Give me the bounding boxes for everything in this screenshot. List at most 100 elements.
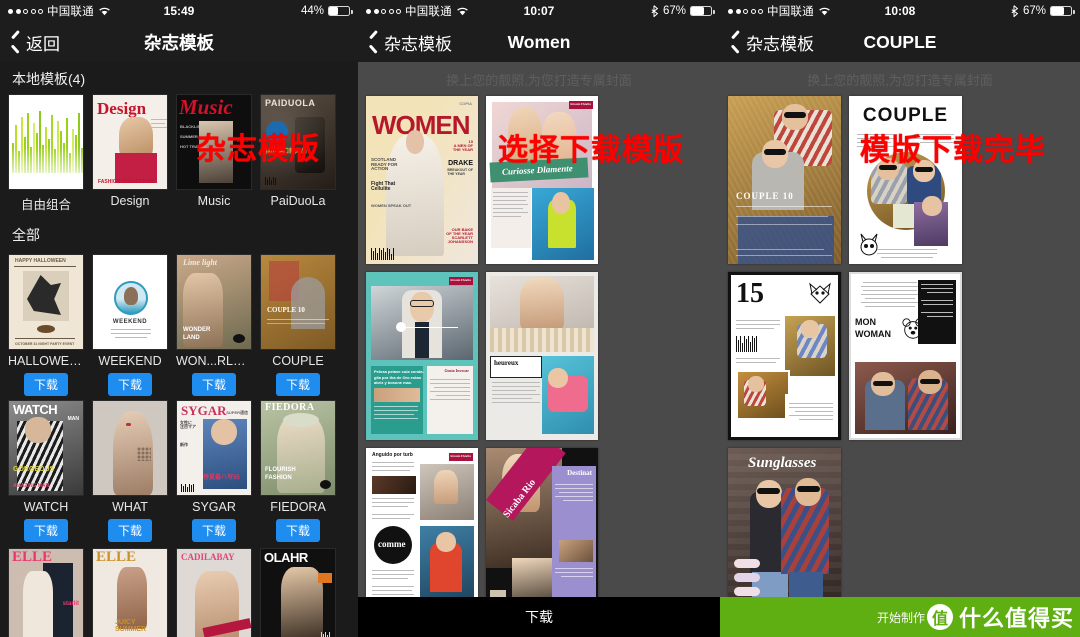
template-name: SYGAR	[192, 500, 236, 514]
carrier-label: 中国联通	[767, 6, 814, 18]
template-thumbnail: OLAHR	[260, 548, 336, 637]
back-button-label: 返回	[26, 34, 60, 54]
phone-panel-3: 中国联通 10:08 67% 杂志模板 COUPLE 换上您的靓照,为您打造专属…	[720, 0, 1080, 637]
download-button[interactable]: 下载	[108, 373, 152, 396]
status-right-2: 67%	[651, 5, 715, 18]
back-button-label: 杂志模板	[746, 34, 814, 54]
download-button[interactable]: 下载	[24, 519, 68, 542]
download-button[interactable]: 下载	[276, 519, 320, 542]
template-preview-heureux[interactable]: heureux	[486, 272, 598, 440]
back-button[interactable]: 杂志模板	[730, 30, 814, 55]
start-create-bottom-button[interactable]: 开始制作 值 什么值得买	[720, 597, 1080, 637]
template-name: WHAT	[112, 500, 148, 514]
download-bottom-button[interactable]: 下载	[358, 597, 720, 637]
template-card-couple[interactable]: COUPLE 10 COUPLE 下载	[260, 254, 336, 396]
template-card-olahr[interactable]: OLAHR OLAHR	[260, 548, 336, 637]
template-card-weekend[interactable]: WEEKEND WEEKEND 下载	[92, 254, 168, 396]
local-section-title: 本地模板(4)	[12, 71, 86, 87]
bluetooth-icon	[1011, 5, 1019, 18]
status-left-1: 中国联通	[8, 3, 111, 19]
template-card-fiedora[interactable]: FIEDORA FLOURISH FASHION FIEDORA 下载	[260, 400, 336, 542]
template-preview-women[interactable]: WOMEN COPIA SCOTLAND READY FOR ACTION Figh…	[366, 96, 478, 264]
template-preview-couple-hay[interactable]: COUPLE 10	[728, 96, 841, 264]
template-card-freecombo[interactable]: 自由组合	[8, 94, 84, 215]
all-section-title: 全部	[12, 227, 40, 243]
template-card-sygar[interactable]: SYGAR SUPER通信 女性に 注目マア 新作 春夏最ハ写55 SYGAR 下…	[176, 400, 252, 542]
wifi-icon	[98, 6, 111, 16]
template-name: FIEDORA	[270, 500, 326, 514]
bluetooth-icon	[651, 5, 659, 18]
panel-1-body: 本地模板(4) 自由组合 Design FASHION COLLECTION D…	[0, 62, 358, 637]
template-card-watch[interactable]: WATCH MAN GORGEOUS AMAZING MAN WATCH 下载	[8, 400, 84, 542]
template-preview-sicaba[interactable]: Sicaba Rio Destinat	[486, 448, 598, 616]
template-card-cadilabay[interactable]: CADILABAY CADILABAY	[176, 548, 252, 637]
nav-bar-1: 返回 杂志模板	[0, 22, 358, 62]
carrier-label: 中国联通	[47, 6, 94, 18]
template-card-wonderland[interactable]: Lime light WONDER LAND WON...RLAND 下载	[176, 254, 252, 396]
hint-text: 换上您的靓照,为您打造专属封面	[807, 73, 993, 88]
signal-dots-icon	[8, 8, 43, 14]
download-button[interactable]: 下载	[24, 373, 68, 396]
back-button[interactable]: 杂志模板	[368, 30, 452, 55]
template-preview-glasses-man[interactable]: Imoom Fluvito Pelosa pelase cula conda-g…	[366, 272, 478, 440]
chevron-left-icon	[10, 33, 21, 51]
phone-panel-2: 中国联通 10:07 67% 杂志模板 Women 换上您的靓照,为您打造专属封…	[358, 0, 720, 637]
battery-percent-label: 67%	[662, 5, 686, 17]
battery-icon	[1050, 6, 1075, 16]
template-thumbnail: CADILABAY	[176, 548, 252, 637]
start-create-label: 开始制作	[876, 610, 925, 625]
template-name: 自由组合	[20, 198, 71, 212]
template-thumbnail: Design FASHION COLLECTION	[92, 94, 168, 190]
template-card-design[interactable]: Design FASHION COLLECTION Design	[92, 94, 168, 215]
template-card-what[interactable]: WHAT 下载	[92, 400, 168, 542]
watermark-text: 什么值得买	[958, 606, 1074, 631]
download-button[interactable]: 下载	[108, 519, 152, 542]
template-thumbnail: WEEKEND	[92, 254, 168, 350]
template-preview-fifteen[interactable]: 15	[728, 272, 841, 440]
signal-dots-icon	[366, 8, 401, 14]
template-name: WEEKEND	[98, 354, 162, 368]
download-button[interactable]: 下载	[192, 373, 236, 396]
template-thumbnail	[8, 94, 84, 190]
annotation-label-2: 选择下载模版	[498, 134, 684, 167]
template-name: COUPLE	[272, 354, 324, 368]
watermark: 值 什么值得买	[926, 601, 1074, 633]
wifi-icon	[818, 6, 831, 16]
all-template-row-3: ELLE starlit ELLE ELLE JUICY SUMMER ELLE	[0, 542, 358, 637]
template-name: Music	[197, 194, 231, 208]
template-preview-mon-woman[interactable]: MON WOMAN	[849, 272, 962, 440]
template-card-halloween[interactable]: HAPPY HALLOWEEN OCTOBER 31 NIGHT PARTY E…	[8, 254, 84, 396]
template-preview-grid-2: WOMEN COPIA SCOTLAND READY FOR ACTION Figh…	[358, 96, 720, 616]
chevron-left-icon	[368, 33, 379, 51]
template-name: WATCH	[23, 500, 69, 514]
template-preview-couple-white[interactable]: COUPLE	[849, 96, 962, 264]
panel-3-body: 换上您的靓照,为您打造专属封面 COUPLE 10 COUPLE 15 MON …	[720, 62, 1080, 637]
template-name: HALLOWEEN	[8, 354, 84, 368]
template-thumbnail: FIEDORA FLOURISH FASHION	[260, 400, 336, 496]
template-name: Design	[110, 194, 150, 208]
status-bar-2: 中国联通 10:07 67%	[358, 0, 720, 22]
status-bar-1: 中国联通 15:49 44%	[0, 0, 358, 22]
back-button[interactable]: 返回	[10, 30, 60, 55]
template-card-elle-2[interactable]: ELLE JUICY SUMMER ELLE	[92, 548, 168, 637]
template-name: PaiDuoLa	[270, 194, 326, 208]
template-thumbnail: ELLE starlit	[8, 548, 84, 637]
status-left-2: 中国联通	[366, 3, 469, 19]
hint-text: 换上您的靓照,为您打造专属封面	[446, 73, 632, 88]
template-preview-curiosse[interactable]: Imoom Fluvito Curiosse Dlamente	[486, 96, 598, 264]
nav-bar-3: 杂志模板 COUPLE	[720, 22, 1080, 62]
download-button[interactable]: 下载	[192, 519, 236, 542]
template-preview-sunglasses[interactable]: Sunglasses	[728, 448, 841, 616]
download-button[interactable]: 下载	[276, 373, 320, 396]
signal-dots-icon	[728, 8, 763, 14]
template-card-elle-1[interactable]: ELLE starlit ELLE	[8, 548, 84, 637]
battery-icon	[328, 6, 353, 16]
template-preview-comme[interactable]: Anguido por turb comme Imoom Fluvito	[366, 448, 478, 616]
chevron-left-icon	[730, 33, 741, 51]
status-bar-3: 中国联通 10:08 67%	[720, 0, 1080, 22]
status-right-1: 44%	[301, 5, 353, 17]
all-template-row-2: WATCH MAN GORGEOUS AMAZING MAN WATCH 下载	[0, 396, 358, 542]
back-button-label: 杂志模板	[384, 34, 452, 54]
status-left-3: 中国联通	[728, 3, 831, 19]
template-preview-grid-3: COUPLE 10 COUPLE 15 MON WOMAN Sunglasses	[720, 96, 1080, 616]
